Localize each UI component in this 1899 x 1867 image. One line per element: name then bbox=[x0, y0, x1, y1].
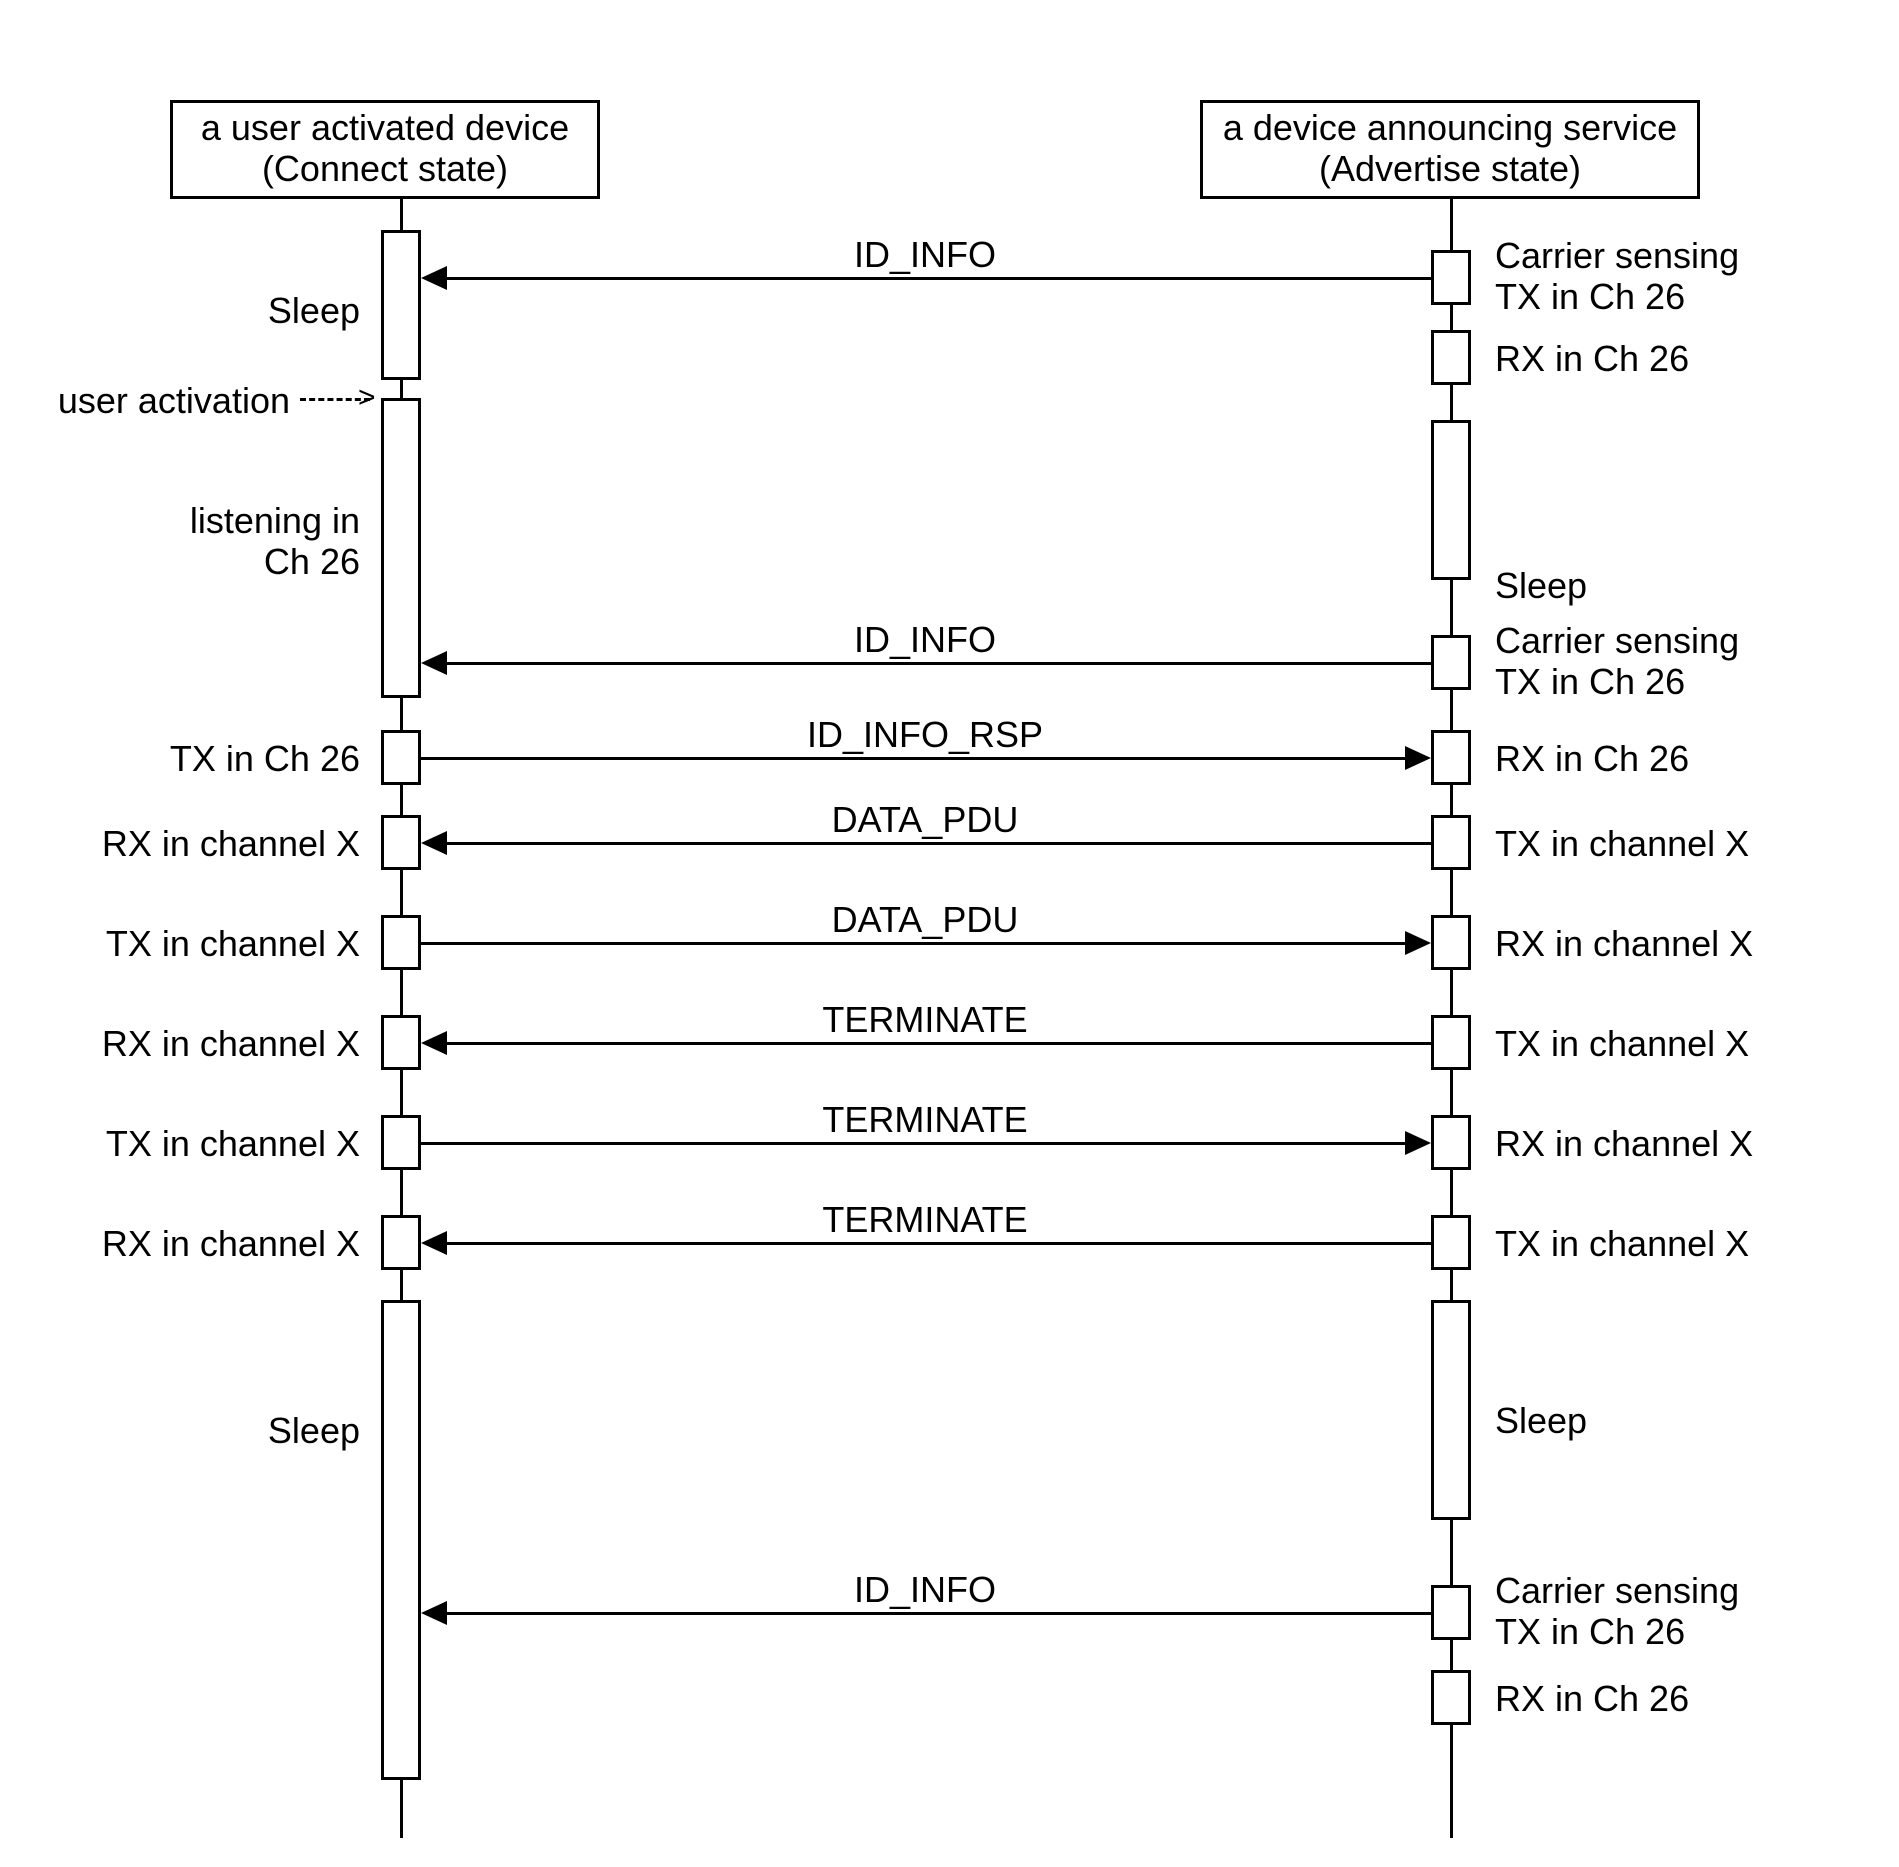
left-label-rxX-1: RX in channel X bbox=[40, 823, 360, 864]
right-act-txX-3 bbox=[1431, 1215, 1471, 1270]
arrow-idinfo-1 bbox=[447, 277, 1431, 280]
left-label-rxX-3: RX in channel X bbox=[40, 1223, 360, 1264]
left-participant-title: a user activated device (Connect state) bbox=[170, 100, 600, 199]
msg-idinfo-3: ID_INFO bbox=[725, 1569, 1125, 1611]
right-act-rx26-3 bbox=[1431, 1670, 1471, 1725]
left-act-txX-2 bbox=[381, 1115, 421, 1170]
arrow-term-1-head bbox=[421, 1031, 447, 1055]
right-act-cs2 bbox=[1431, 635, 1471, 690]
left-label-txX-1: TX in channel X bbox=[40, 923, 360, 964]
right-act-rxX-2 bbox=[1431, 1115, 1471, 1170]
msg-term-3: TERMINATE bbox=[725, 1199, 1125, 1241]
right-label-sleep2: Sleep bbox=[1495, 1400, 1855, 1441]
left-act-rxX-2 bbox=[381, 1015, 421, 1070]
right-act-cs1 bbox=[1431, 250, 1471, 305]
right-label-txX-1: TX in channel X bbox=[1495, 823, 1855, 864]
right-title-line2: (Advertise state) bbox=[1203, 148, 1697, 189]
left-label-sleep2: Sleep bbox=[60, 1410, 360, 1451]
arrow-datapdu-2 bbox=[421, 942, 1405, 945]
left-act-listening bbox=[381, 398, 421, 698]
msg-term-1: TERMINATE bbox=[725, 999, 1125, 1041]
arrow-term-3-head bbox=[421, 1231, 447, 1255]
left-label-tx26: TX in Ch 26 bbox=[40, 738, 360, 779]
right-participant-title: a device announcing service (Advertise s… bbox=[1200, 100, 1700, 199]
arrow-term-3 bbox=[447, 1242, 1431, 1245]
arrow-idinfo-2 bbox=[447, 662, 1431, 665]
left-label-listening: listening in Ch 26 bbox=[60, 500, 360, 583]
left-label-user-activation: user activation bbox=[0, 380, 290, 421]
right-act-txX-2 bbox=[1431, 1015, 1471, 1070]
right-act-rxX-1 bbox=[1431, 915, 1471, 970]
right-label-rx26-2: RX in Ch 26 bbox=[1495, 738, 1855, 779]
sequence-diagram: a user activated device (Connect state) … bbox=[0, 0, 1899, 1867]
left-label-rxX-2: RX in channel X bbox=[40, 1023, 360, 1064]
arrow-idinfo-2-head bbox=[421, 651, 447, 675]
right-act-rx26-2 bbox=[1431, 730, 1471, 785]
msg-datapdu-1: DATA_PDU bbox=[725, 799, 1125, 841]
msg-datapdu-2: DATA_PDU bbox=[725, 899, 1125, 941]
arrow-idinfo-1-head bbox=[421, 266, 447, 290]
arrow-datapdu-1 bbox=[447, 842, 1431, 845]
left-title-line1: a user activated device bbox=[173, 107, 597, 148]
right-label-rxX-1: RX in channel X bbox=[1495, 923, 1855, 964]
left-act-txX-1 bbox=[381, 915, 421, 970]
right-label-rxX-2: RX in channel X bbox=[1495, 1123, 1855, 1164]
right-label-txX-2: TX in channel X bbox=[1495, 1023, 1855, 1064]
right-label-cs2: Carrier sensing TX in Ch 26 bbox=[1495, 620, 1855, 703]
left-label-sleep1: Sleep bbox=[60, 290, 360, 331]
msg-idinfo-2: ID_INFO bbox=[725, 619, 1125, 661]
arrow-datapdu-1-head bbox=[421, 831, 447, 855]
right-act-sleep1 bbox=[1431, 420, 1471, 580]
left-act-sleep2 bbox=[381, 1300, 421, 1780]
right-label-cs1: Carrier sensing TX in Ch 26 bbox=[1495, 235, 1855, 318]
right-label-rx26-3: RX in Ch 26 bbox=[1495, 1678, 1855, 1719]
arrow-idinforsp bbox=[421, 757, 1405, 760]
left-title-line2: (Connect state) bbox=[173, 148, 597, 189]
right-act-sleep2 bbox=[1431, 1300, 1471, 1520]
arrow-idinforsp-head bbox=[1405, 746, 1431, 770]
right-label-sleep1: Sleep bbox=[1495, 565, 1855, 606]
msg-term-2: TERMINATE bbox=[725, 1099, 1125, 1141]
msg-idinforsp: ID_INFO_RSP bbox=[725, 714, 1125, 756]
arrow-idinfo-3 bbox=[447, 1612, 1431, 1615]
user-activation-arrow-head: > bbox=[358, 381, 376, 415]
msg-idinfo-1: ID_INFO bbox=[725, 234, 1125, 276]
left-act-rxX-3 bbox=[381, 1215, 421, 1270]
arrow-datapdu-2-head bbox=[1405, 931, 1431, 955]
arrow-term-2 bbox=[421, 1142, 1405, 1145]
right-label-rx26-1: RX in Ch 26 bbox=[1495, 338, 1855, 379]
left-label-txX-2: TX in channel X bbox=[40, 1123, 360, 1164]
right-label-cs3: Carrier sensing TX in Ch 26 bbox=[1495, 1570, 1855, 1653]
arrow-term-2-head bbox=[1405, 1131, 1431, 1155]
right-act-rx26-1 bbox=[1431, 330, 1471, 385]
right-act-txX-1 bbox=[1431, 815, 1471, 870]
left-act-tx26 bbox=[381, 730, 421, 785]
right-act-cs3 bbox=[1431, 1585, 1471, 1640]
left-act-rxX-1 bbox=[381, 815, 421, 870]
arrow-idinfo-3-head bbox=[421, 1601, 447, 1625]
right-title-line1: a device announcing service bbox=[1203, 107, 1697, 148]
left-act-sleep1 bbox=[381, 230, 421, 380]
arrow-term-1 bbox=[447, 1042, 1431, 1045]
right-label-txX-3: TX in channel X bbox=[1495, 1223, 1855, 1264]
